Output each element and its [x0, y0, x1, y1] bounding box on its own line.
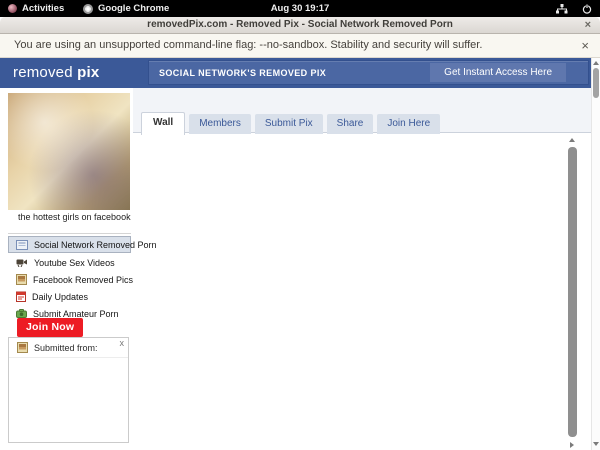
clock[interactable]: Aug 30 19:17 — [0, 0, 600, 17]
sidebar-item-label: Facebook Removed Pics — [33, 274, 134, 285]
video-camera-icon — [16, 258, 28, 267]
tab-submit-pix[interactable]: Submit Pix — [254, 114, 323, 134]
window-title: removedPix.com - Removed Pix - Social Ne… — [147, 19, 453, 30]
infobar-message: You are using an unsupported command-lin… — [14, 39, 483, 51]
photo-icon — [17, 342, 28, 353]
sidebar-item-daily-updates[interactable]: Daily Updates — [8, 288, 131, 305]
photo-caption: the hottest girls on facebook — [18, 212, 131, 222]
scroll-up-icon[interactable] — [569, 138, 575, 142]
tab-join-here[interactable]: Join Here — [377, 114, 441, 134]
system-tray[interactable] — [556, 0, 592, 17]
sidebar-item-label: Submit Amateur Porn — [33, 308, 119, 319]
submitted-from-label: Submitted from: — [34, 342, 98, 353]
photo-icon — [16, 274, 27, 285]
clock-label: Aug 30 19:17 — [270, 3, 330, 14]
logo-word-2: pix — [77, 64, 100, 81]
content-scrollbar[interactable] — [567, 135, 578, 450]
sidebar-item-youtube-sex-videos[interactable]: Youtube Sex Videos — [8, 254, 131, 271]
get-access-button[interactable]: Get Instant Access Here — [430, 63, 566, 82]
tab-wall[interactable]: Wall — [141, 112, 186, 135]
sidebar-item-label: Social Network Removed Porn — [34, 239, 157, 250]
profile-photo-placeholder — [8, 93, 130, 210]
page-scrollbar[interactable] — [591, 58, 600, 450]
chrome-infobar: You are using an unsupported command-lin… — [0, 34, 600, 58]
system-top-bar: Activities Google Chrome Aug 30 19:17 — [0, 0, 600, 17]
calendar-icon — [16, 291, 26, 302]
tab-share[interactable]: Share — [326, 114, 374, 134]
sidebar-item-label: Daily Updates — [32, 291, 89, 302]
page-scroll-up-icon[interactable] — [593, 61, 599, 65]
sidebar-item-facebook-removed-pics[interactable]: Facebook Removed Pics — [8, 271, 134, 288]
tab-bar: Wall Members Submit Pix Share Join Here — [141, 111, 441, 135]
site-logo[interactable]: removed pix — [0, 58, 148, 88]
banner-title: SOCIAL NETWORK'S REMOVED PIX — [159, 67, 327, 78]
content-scrollbar-thumb[interactable] — [568, 147, 577, 437]
camera-upload-icon — [16, 309, 27, 318]
network-icon — [556, 3, 568, 13]
sidebar-item-label: Youtube Sex Videos — [34, 257, 115, 268]
window-title-bar[interactable]: removedPix.com - Removed Pix - Social Ne… — [0, 17, 600, 34]
sidebar-item-social-network-removed-porn[interactable]: Social Network Removed Porn — [8, 236, 157, 253]
power-icon — [582, 3, 592, 14]
site-header: removed pix SOCIAL NETWORK'S REMOVED PIX… — [0, 58, 592, 88]
header-banner-bar: SOCIAL NETWORK'S REMOVED PIX Get Instant… — [148, 60, 589, 85]
logo-word-1: removed — [13, 64, 78, 81]
wall-feed-icon — [16, 239, 28, 250]
join-now-button[interactable]: Join Now — [17, 318, 84, 337]
window-close-button[interactable]: × — [585, 18, 591, 33]
sidebar-menu: Social Network Removed Porn Youtube Sex … — [8, 233, 157, 322]
submitted-from-box: Submitted from: x — [8, 337, 129, 443]
submitted-from-header: Submitted from: — [9, 338, 128, 358]
scroll-right-icon[interactable] — [570, 442, 574, 448]
tab-members[interactable]: Members — [189, 114, 251, 134]
page-scrollbar-thumb[interactable] — [593, 68, 599, 98]
page-scroll-down-icon[interactable] — [593, 442, 599, 446]
submitted-close-button[interactable]: x — [120, 338, 125, 348]
infobar-close-icon[interactable]: × — [581, 34, 589, 57]
